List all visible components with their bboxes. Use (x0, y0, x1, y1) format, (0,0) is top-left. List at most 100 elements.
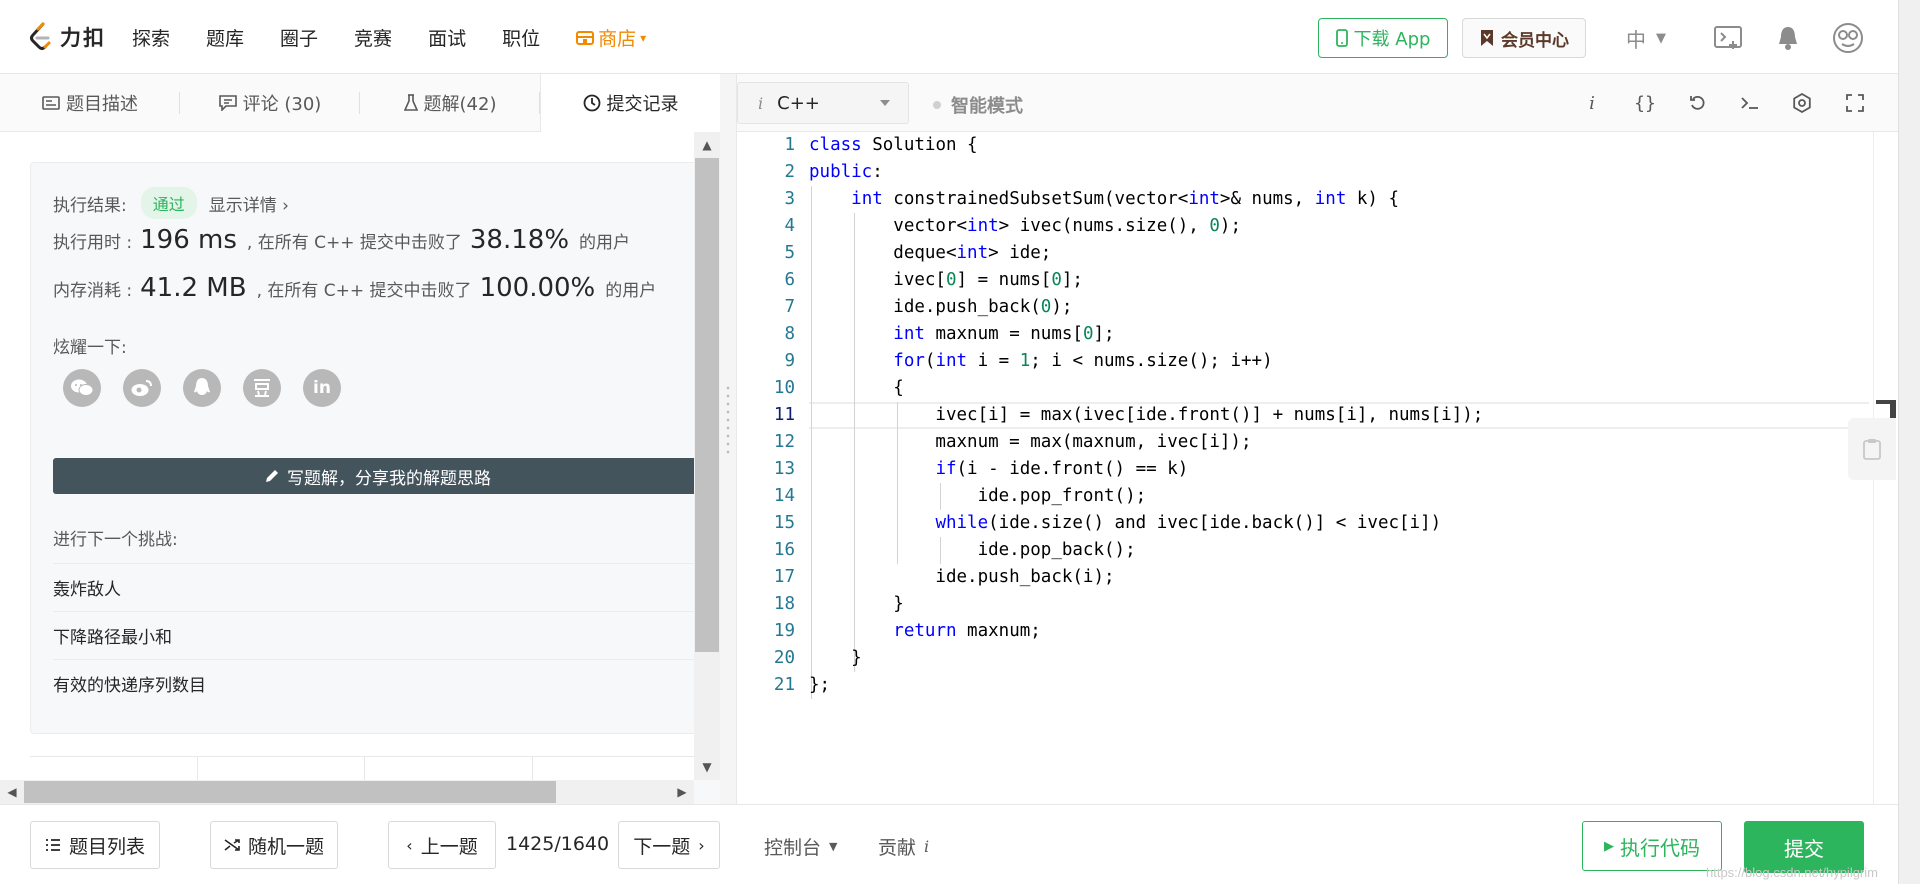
next-problem-label: 下一题 (633, 835, 691, 858)
prev-problem-button[interactable]: ‹ 上一题 (388, 821, 496, 869)
scroll-down-icon[interactable]: ▼ (694, 756, 720, 778)
tab-comments-label: 评论 (30) (242, 94, 322, 115)
scroll-up-icon[interactable]: ▲ (694, 134, 720, 156)
run-code-label: 执行代码 (1620, 835, 1700, 860)
line-number: 1 (784, 135, 795, 155)
line-number: 2 (784, 162, 795, 182)
contribute-label: 贡献 (878, 837, 917, 859)
douban-icon[interactable] (243, 369, 281, 407)
problem-list-label: 题目列表 (68, 835, 145, 858)
comment-icon (218, 95, 237, 111)
browser-scrollbar[interactable] (1898, 0, 1920, 884)
line-number: 11 (773, 405, 795, 425)
run-code-button[interactable]: ▶ 执行代码 (1582, 821, 1722, 871)
random-problem-button[interactable]: 随机一题 (210, 821, 338, 869)
line-number: 8 (784, 324, 795, 344)
smart-mode-toggle[interactable]: 智能模式 (933, 92, 1023, 118)
line-number: 7 (784, 297, 795, 317)
tab-submissions[interactable]: 提交记录 (540, 74, 720, 132)
problem-list-button[interactable]: 题目列表 (30, 821, 160, 869)
prev-problem-label: 上一题 (420, 835, 478, 858)
phone-icon (1335, 29, 1348, 47)
qq-icon[interactable] (183, 369, 221, 407)
nav-store[interactable]: 商店 ▾ (576, 24, 646, 51)
code-line: ide.push_back(i); (809, 567, 1115, 587)
nav-jobs[interactable]: 职位 (502, 24, 540, 51)
next-challenge-item[interactable]: 下降路径最小和 (53, 611, 694, 659)
write-solution-button[interactable]: 写题解，分享我的解题思路 (53, 458, 694, 494)
bottom-toolbar: 题目列表 随机一题 ‹ 上一题 1425/1640 下一题 › 控制台 ▼ 贡献… (0, 804, 1920, 884)
panel-splitter[interactable] (720, 74, 736, 804)
runtime-value: 196 ms (140, 225, 237, 255)
terminal-icon[interactable] (1735, 88, 1765, 118)
info-icon: i (758, 93, 764, 113)
scroll-left-icon[interactable]: ◀ (0, 780, 24, 804)
scroll-right-icon[interactable]: ▶ (670, 780, 694, 804)
format-braces-icon[interactable]: {} (1630, 88, 1660, 118)
problem-page-indicator: 1425/1640 (506, 833, 610, 855)
scrollbar-thumb[interactable] (695, 158, 719, 652)
leetcode-logo[interactable]: 力扣 (28, 20, 106, 54)
share-label: 炫耀一下: (53, 338, 127, 358)
runtime-percent: 38.18% (469, 225, 570, 255)
language-label: 中 (1626, 28, 1646, 52)
console-toggle[interactable]: 控制台 ▼ (764, 833, 837, 860)
line-number: 5 (784, 243, 795, 263)
vip-center-label: 会员中心 (1501, 30, 1569, 51)
chevron-right-icon: › (698, 835, 705, 855)
tab-solutions-label: 题解(42) (423, 94, 497, 115)
left-vertical-scrollbar[interactable]: ▲ ▼ (694, 132, 720, 780)
tab-comments[interactable]: 评论 (30) (180, 74, 360, 132)
next-challenge-item[interactable]: 轰炸敌人 (53, 563, 694, 611)
side-panel-toggle[interactable] (1848, 418, 1896, 480)
settings-icon[interactable] (1787, 88, 1817, 118)
result-row: 执行结果: 通过 显示详情 › (53, 187, 289, 219)
code-line: } (809, 594, 904, 614)
bell-icon[interactable] (1772, 22, 1804, 54)
nav-problemset[interactable]: 题库 (206, 24, 244, 51)
avatar[interactable] (1832, 22, 1864, 54)
submission-content: 执行结果: 通过 显示详情 › 执行用时 : 196 ms , 在所有 C++ … (0, 132, 694, 780)
nav-circle[interactable]: 圈子 (280, 24, 318, 51)
next-problem-button[interactable]: 下一题 › (618, 821, 720, 869)
code-area[interactable]: 1 2 3 4 5 6 7 8 9 10 11 12 13 14 15 16 17 18 19 20 21 class … (737, 132, 1873, 804)
code-line: return maxnum; (893, 621, 1041, 641)
logo-text: 力扣 (60, 26, 106, 50)
line-number: 18 (773, 594, 795, 614)
shuffle-icon (224, 839, 240, 851)
linkedin-icon[interactable]: in (303, 369, 341, 407)
left-horizontal-scrollbar[interactable]: ◀ ▶ (0, 780, 694, 804)
show-details-link[interactable]: 显示详情 › (209, 191, 289, 216)
store-label: 商店 (598, 28, 637, 50)
weibo-icon[interactable] (123, 369, 161, 407)
nav-contest[interactable]: 竞赛 (354, 24, 392, 51)
nav-explore[interactable]: 探索 (132, 24, 170, 51)
vip-center-button[interactable]: 会员中心 (1462, 18, 1586, 58)
contribute-button[interactable]: 贡献 i (878, 833, 929, 860)
line-number: 17 (773, 567, 795, 587)
wechat-icon[interactable] (63, 369, 101, 407)
line-number: 14 (773, 486, 795, 506)
reset-icon[interactable] (1683, 88, 1713, 118)
language-switcher[interactable]: 中 ▼ (1626, 24, 1666, 53)
info-icon[interactable]: i (1577, 88, 1607, 118)
tab-solutions[interactable]: 题解(42) (360, 74, 540, 132)
code-editor-panel: i C++ 智能模式 i {} 1 2 3 4 5 6 7 8 9 10 11 12 13 14 15 16 1… (736, 74, 1899, 804)
nav-interview[interactable]: 面试 (428, 24, 466, 51)
fullscreen-icon[interactable] (1840, 88, 1870, 118)
code-line: public: (809, 162, 883, 182)
tab-description[interactable]: 题目描述 (0, 74, 180, 132)
runtime-row: 执行用时 : 196 ms , 在所有 C++ 提交中击败了 38.18% 的用… (53, 225, 630, 255)
download-app-button[interactable]: 下载 App (1318, 18, 1448, 58)
code-line: { (809, 378, 904, 398)
clipboard-icon (1863, 439, 1881, 460)
line-number: 19 (773, 621, 795, 641)
next-challenge-item[interactable]: 有效的快递序列数目 (53, 659, 694, 707)
scrollbar-thumb[interactable] (24, 781, 556, 803)
code-line: }; (809, 675, 831, 695)
code-line: } (809, 648, 862, 668)
language-select[interactable]: i C++ (737, 82, 909, 124)
code-line: ivec[i] = max(ivec[ide.front()] + nums[i… (809, 405, 1484, 425)
playground-icon[interactable] (1712, 22, 1744, 54)
random-problem-label: 随机一题 (247, 835, 324, 858)
